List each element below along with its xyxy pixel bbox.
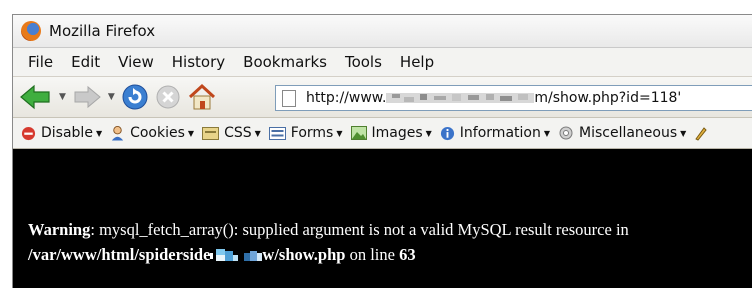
file-path-start: /var/www/html/spiderside	[28, 245, 211, 264]
menu-tools[interactable]: Tools	[345, 53, 382, 71]
window-title: Mozilla Firefox	[49, 22, 156, 40]
home-button[interactable]	[187, 83, 217, 111]
navigation-toolbar: ▼ ▼ http://www. m/show.php?id=118'	[13, 77, 752, 118]
reload-button[interactable]	[121, 83, 149, 111]
menu-bar: File Edit View History Bookmarks Tools H…	[13, 48, 752, 77]
forward-button[interactable]	[72, 85, 102, 109]
web-developer-toolbar: Disable ▼ Cookies ▼ CSS ▼ Forms ▼ Images ▼ In…	[13, 118, 752, 149]
redacted-url-segment	[386, 93, 535, 103]
warning-text: : mysql_fetch_array(): supplied argument…	[90, 220, 629, 239]
menu-edit[interactable]: Edit	[71, 53, 100, 71]
css-icon	[202, 126, 220, 140]
file-path-end: w/show.php	[262, 245, 346, 264]
home-icon	[188, 83, 215, 110]
images-icon	[350, 126, 367, 140]
back-arrow-icon	[20, 84, 50, 110]
information-icon	[440, 126, 454, 140]
cookies-icon	[111, 125, 124, 141]
images-menu[interactable]: Images ▼	[350, 125, 432, 141]
menu-file[interactable]: File	[28, 53, 53, 71]
firefox-logo-icon	[21, 21, 41, 41]
forms-menu[interactable]: Forms ▼	[268, 125, 343, 141]
url-bar[interactable]: http://www. m/show.php?id=118'	[275, 85, 752, 111]
back-button[interactable]	[19, 84, 53, 110]
redacted-path-segment	[210, 249, 263, 262]
forward-arrow-icon	[74, 85, 101, 109]
page-content: Warning: mysql_fetch_array(): supplied a…	[13, 149, 752, 288]
stop-button[interactable]	[155, 84, 181, 110]
miscellaneous-menu[interactable]: Miscellaneous ▼	[558, 125, 686, 141]
css-menu[interactable]: CSS ▼	[202, 125, 261, 141]
menu-history[interactable]: History	[172, 53, 225, 71]
outline-pen-icon[interactable]	[694, 125, 708, 141]
disable-menu[interactable]: Disable ▼	[21, 125, 102, 141]
warning-line: Warning: mysql_fetch_array(): supplied a…	[28, 217, 629, 242]
information-menu[interactable]: Information ▼	[440, 125, 550, 141]
miscellaneous-gear-icon	[559, 126, 573, 140]
cookies-menu[interactable]: Cookies ▼	[110, 125, 194, 141]
path-line: /var/www/html/spiderside w/show.php on l…	[28, 242, 629, 267]
line-number: 63	[399, 245, 416, 264]
stop-icon	[156, 85, 180, 109]
line-text: on line	[345, 245, 400, 264]
browser-window: Mozilla Firefox File Edit View History B…	[12, 14, 752, 288]
menu-view[interactable]: View	[118, 53, 154, 71]
php-warning-message: Warning: mysql_fetch_array(): supplied a…	[28, 217, 629, 267]
reload-icon	[122, 84, 148, 110]
back-history-dropdown[interactable]: ▼	[59, 92, 66, 102]
forward-history-dropdown[interactable]: ▼	[108, 92, 115, 102]
warning-label: Warning	[28, 220, 91, 239]
title-bar: Mozilla Firefox	[13, 15, 752, 48]
forms-icon	[268, 126, 286, 140]
page-icon	[282, 89, 296, 107]
menu-help[interactable]: Help	[400, 53, 434, 71]
disable-icon	[21, 126, 36, 140]
menu-bookmarks[interactable]: Bookmarks	[243, 53, 327, 71]
url-text: http://www. m/show.php?id=118'	[306, 90, 682, 106]
